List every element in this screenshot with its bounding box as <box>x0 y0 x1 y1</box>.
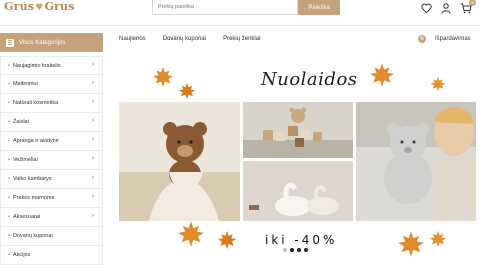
sidebar-item-label: Žaislai <box>12 119 29 125</box>
logo-right-text: Grus <box>44 0 75 13</box>
sale-label: Išpardavimas <box>435 36 471 42</box>
chevron-right-icon: › <box>92 118 94 124</box>
nav-item-naujienos[interactable]: Naujienos <box>119 36 146 42</box>
sidebar-item-label: Apranga ir avalynė <box>12 138 59 144</box>
chevron-right-icon: › <box>92 175 94 181</box>
slider-dot[interactable] <box>297 248 301 252</box>
sidebar-item-label: Prekės mamoms <box>12 195 55 201</box>
sidebar-item-label: Dovanų kuponai <box>12 233 53 239</box>
header-icons: 0 <box>420 0 476 14</box>
category-sidebar: • Naujagimio kraitelis › • Maitinimui › • Nat… <box>0 56 103 265</box>
product-photo-bear-blanket <box>119 102 240 221</box>
product-photo-child-bear <box>356 102 476 221</box>
promo-text: iki -40% <box>265 233 338 247</box>
sidebar-item-label: Natūrali kosmetika <box>12 100 59 106</box>
bullet-icon: • <box>8 81 10 87</box>
chevron-right-icon: › <box>92 62 94 68</box>
chevron-right-icon: › <box>92 194 94 200</box>
bullet-icon: • <box>8 157 10 163</box>
bullet-icon: • <box>8 62 10 69</box>
maple-leaf-icon <box>430 76 446 92</box>
slider-dot[interactable] <box>283 248 287 252</box>
wishlist-heart-icon[interactable] <box>420 2 432 14</box>
search-input[interactable] <box>152 0 298 15</box>
sidebar-item-zaislai[interactable]: • Žaislai › <box>0 113 103 132</box>
hero-banner[interactable]: Nuolaidos iki -40% <box>107 52 480 270</box>
sidebar-item-label: Vežimėliai <box>12 157 38 163</box>
bullet-icon: • <box>8 119 10 125</box>
nav-item-dovanu-kuponai[interactable]: Dovanų kuponai <box>163 36 206 42</box>
slider-dot[interactable] <box>304 248 308 252</box>
nav-item-prekiu-zenklai[interactable]: Prekių ženklai <box>223 36 260 42</box>
maple-leaf-icon <box>429 230 447 248</box>
user-account-icon[interactable] <box>440 2 452 14</box>
site-header: Grus♥Grus Paieška 0 <box>0 0 480 26</box>
sidebar-item-dovanu-kuponai[interactable]: • Dovanų kuponai <box>0 227 103 246</box>
sidebar-item-vezimeliai[interactable]: • Vežimėliai › <box>0 151 103 170</box>
sidebar-item-apranga[interactable]: • Apranga ir avalynė › <box>0 132 103 151</box>
menu-icon <box>6 38 14 47</box>
search-button[interactable]: Paieška <box>298 0 340 15</box>
maple-leaf-icon <box>152 66 174 88</box>
cart-icon[interactable]: 0 <box>460 0 476 14</box>
sale-link[interactable]: % Išpardavimas <box>418 35 471 43</box>
bullet-icon: • <box>8 100 10 106</box>
bullet-icon: • <box>8 195 10 201</box>
maple-leaf-icon <box>178 221 204 247</box>
sidebar-item-aksesuarai[interactable]: • Aksesuarai › <box>0 208 103 227</box>
chevron-right-icon: › <box>92 80 94 86</box>
sidebar-item-label: Naujagimio kraitelis <box>12 62 61 69</box>
percent-icon: % <box>418 35 426 43</box>
sidebar-item-akcijos[interactable]: • Akcijos <box>0 246 103 265</box>
logo-left-text: Grus <box>4 0 35 13</box>
maple-leaf-icon <box>217 230 237 250</box>
chevron-right-icon: › <box>92 99 94 105</box>
sidebar-item-prekes-mamoms[interactable]: • Prekės mamoms › <box>0 189 103 208</box>
banner-title: Nuolaidos <box>261 69 358 90</box>
product-photo-swans <box>243 161 353 221</box>
bullet-icon: • <box>8 252 10 258</box>
sidebar-item-naujagimio-kraitelis[interactable]: • Naujagimio kraitelis › <box>0 56 103 75</box>
maple-leaf-icon <box>178 82 196 100</box>
top-navigation: Naujienos Dovanų kuponai Prekių ženklai <box>119 36 277 42</box>
bullet-icon: • <box>8 176 10 182</box>
all-categories-label: Visos Kategorijos <box>19 39 66 46</box>
logo-heart-icon: ♥ <box>35 3 44 13</box>
sidebar-item-vaiko-kambarys[interactable]: • Vaiko kambarys › <box>0 170 103 189</box>
sidebar-item-label: Maitinimui <box>12 81 38 87</box>
chevron-right-icon: › <box>92 156 94 162</box>
cart-count-badge: 0 <box>469 0 476 6</box>
bullet-icon: • <box>8 138 10 144</box>
product-photo-bear-blocks <box>243 102 353 158</box>
logo[interactable]: Grus♥Grus <box>4 0 75 16</box>
sidebar-item-label: Akcijos <box>12 252 31 258</box>
maple-leaf-icon <box>398 231 424 257</box>
search-bar: Paieška <box>152 0 340 15</box>
sidebar-item-naturali-kosmetika[interactable]: • Natūrali kosmetika › <box>0 94 103 113</box>
all-categories-button[interactable]: Visos Kategorijos <box>0 33 103 52</box>
slider-dots <box>283 248 308 252</box>
chevron-right-icon: › <box>92 137 94 143</box>
bullet-icon: • <box>8 214 10 220</box>
chevron-right-icon: › <box>92 213 94 219</box>
sidebar-item-label: Aksesuarai <box>12 214 41 220</box>
slider-dot[interactable] <box>290 248 294 252</box>
maple-leaf-icon <box>370 63 394 87</box>
sidebar-item-maitinimui[interactable]: • Maitinimui › <box>0 75 103 94</box>
sidebar-item-label: Vaiko kambarys <box>12 176 52 182</box>
bullet-icon: • <box>8 233 10 239</box>
